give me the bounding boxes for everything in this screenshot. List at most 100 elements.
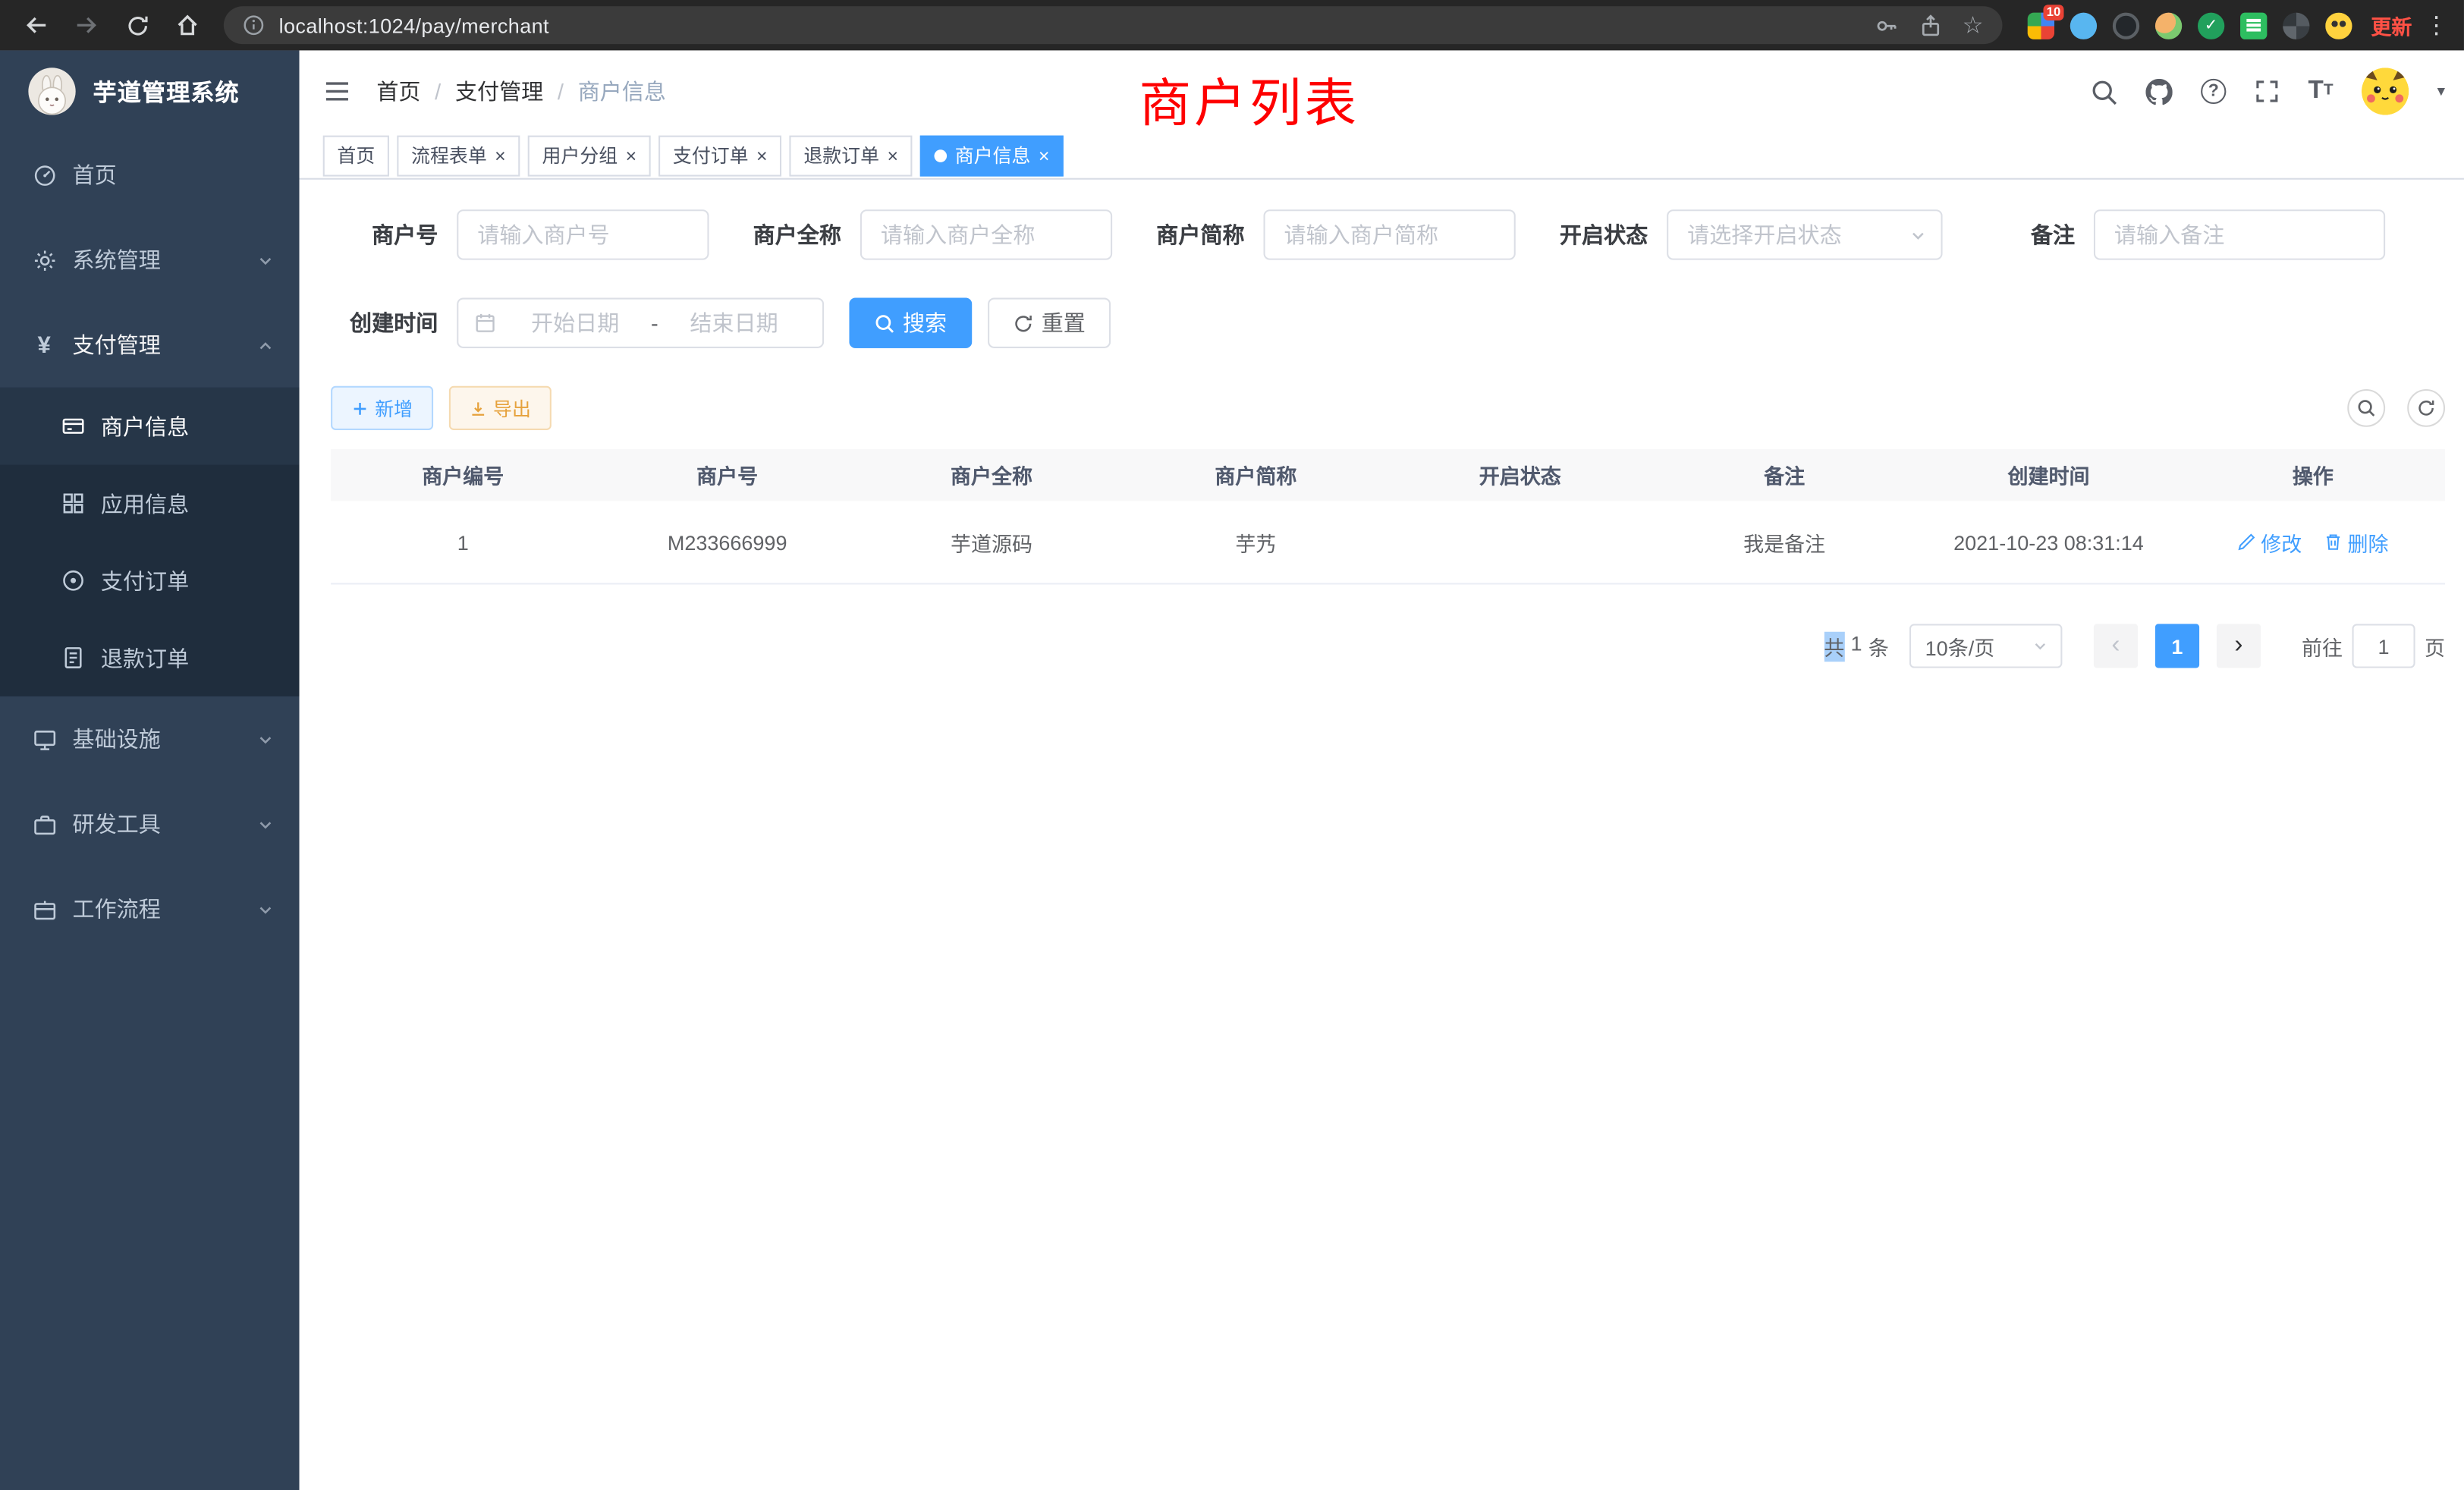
bookmark-star-icon[interactable]: ☆ bbox=[1963, 14, 1984, 37]
sidebar-item-refund-order[interactable]: 退款订单 bbox=[0, 619, 300, 696]
tab-refund-order[interactable]: 退款订单 × bbox=[790, 135, 913, 176]
cell-short-name: 芋艿 bbox=[1124, 527, 1388, 557]
search-button[interactable]: 搜索 bbox=[849, 297, 972, 347]
site-info-icon[interactable] bbox=[243, 14, 265, 36]
prev-page-button[interactable]: ‹ bbox=[2094, 624, 2138, 668]
tab-user-group[interactable]: 用户分组 × bbox=[528, 135, 651, 176]
close-icon[interactable]: × bbox=[1039, 146, 1050, 165]
next-page-button[interactable]: › bbox=[2217, 624, 2261, 668]
tab-label: 商户信息 bbox=[955, 142, 1031, 168]
breadcrumb-item[interactable]: 首页 bbox=[376, 76, 420, 108]
refresh-button[interactable] bbox=[2407, 389, 2445, 427]
github-icon[interactable] bbox=[2146, 78, 2173, 105]
page-number-1[interactable]: 1 bbox=[2155, 624, 2199, 668]
sidebar-item-pay-order[interactable]: 支付订单 bbox=[0, 542, 300, 619]
sidebar-item-payment[interactable]: ¥ 支付管理 bbox=[0, 303, 300, 388]
extension-icon[interactable]: ✓ bbox=[2198, 12, 2224, 39]
app-logo[interactable]: 芋道管理系统 bbox=[0, 50, 300, 132]
browser-menu-icon[interactable]: ⋮ bbox=[2425, 11, 2448, 39]
select-placeholder: 请选择开启状态 bbox=[1687, 219, 1842, 251]
page-size-select[interactable]: 10条/页 bbox=[1909, 624, 2062, 668]
toolbox-icon bbox=[32, 812, 57, 837]
share-icon[interactable] bbox=[1918, 14, 1941, 37]
extension-icon[interactable] bbox=[2283, 12, 2309, 39]
extension-icon[interactable]: 10 bbox=[2028, 12, 2054, 39]
toggle-search-button[interactable] bbox=[2347, 389, 2385, 427]
calendar-icon bbox=[474, 312, 496, 334]
fullscreen-icon[interactable] bbox=[2255, 79, 2280, 104]
address-bar[interactable]: localhost:1024/pay/merchant ☆ bbox=[224, 6, 2003, 44]
export-button[interactable]: 导出 bbox=[449, 386, 552, 430]
browser-forward-icon[interactable] bbox=[66, 6, 107, 44]
monitor-icon bbox=[32, 726, 57, 751]
sidebar: 芋道管理系统 首页 系统管理 bbox=[0, 50, 300, 1490]
sidebar-item-label: 工作流程 bbox=[73, 893, 257, 925]
merchant-no-input[interactable] bbox=[457, 209, 709, 259]
sidebar-item-label: 应用信息 bbox=[101, 488, 189, 520]
cell-merchant-no: M233666999 bbox=[595, 530, 859, 554]
tab-label: 流程表单 bbox=[411, 142, 487, 168]
tab-label: 支付订单 bbox=[673, 142, 749, 168]
url-text[interactable]: localhost:1024/pay/merchant bbox=[279, 14, 1875, 37]
tab-pay-order[interactable]: 支付订单 × bbox=[658, 135, 781, 176]
extension-icon[interactable] bbox=[2070, 12, 2097, 39]
close-icon[interactable]: × bbox=[756, 146, 768, 165]
help-icon[interactable]: ? bbox=[2201, 79, 2226, 104]
password-key-icon[interactable] bbox=[1874, 14, 1897, 37]
sidebar-item-infra[interactable]: 基础设施 bbox=[0, 696, 300, 781]
page-content: 商户号 商户全称 商户简称 开启状态 请选择开启状态 bbox=[300, 180, 2464, 1490]
tab-process-form[interactable]: 流程表单 × bbox=[397, 135, 520, 176]
browser-update-button[interactable]: 更新 bbox=[2371, 10, 2412, 39]
sidebar-item-devtools[interactable]: 研发工具 bbox=[0, 781, 300, 866]
export-button-label: 导出 bbox=[493, 395, 531, 421]
column-header: 备注 bbox=[1652, 460, 1916, 489]
cell-actions: 修改 删除 bbox=[2181, 527, 2445, 557]
full-name-input[interactable] bbox=[860, 209, 1112, 259]
tab-home[interactable]: 首页 bbox=[323, 135, 389, 176]
extension-icon[interactable] bbox=[2240, 12, 2267, 39]
search-icon[interactable] bbox=[2091, 78, 2117, 105]
extension-icon[interactable] bbox=[2155, 12, 2182, 39]
date-range-picker[interactable]: 开始日期 - 结束日期 bbox=[457, 297, 824, 347]
short-name-input[interactable] bbox=[1264, 209, 1516, 259]
browser-back-icon[interactable] bbox=[16, 6, 57, 44]
column-header: 商户号 bbox=[595, 460, 859, 489]
font-size-icon[interactable]: TT bbox=[2308, 79, 2334, 104]
tab-merchant-info[interactable]: 商户信息 × bbox=[920, 135, 1064, 176]
remark-label: 备注 bbox=[1968, 219, 2075, 251]
sidebar-item-merchant-info[interactable]: 商户信息 bbox=[0, 388, 300, 465]
sidebar-item-label: 商户信息 bbox=[101, 410, 189, 442]
chevron-down-icon bbox=[257, 731, 275, 748]
cell-create-time: 2021-10-23 08:31:14 bbox=[1916, 530, 2180, 554]
page-unit-label: 页 bbox=[2425, 631, 2445, 661]
sidebar-item-workflow[interactable]: 工作流程 bbox=[0, 866, 300, 951]
extension-icon[interactable] bbox=[2325, 12, 2352, 39]
status-select[interactable]: 请选择开启状态 bbox=[1667, 209, 1942, 259]
reset-button[interactable]: 重置 bbox=[988, 297, 1111, 347]
breadcrumb-item[interactable]: 支付管理 bbox=[455, 76, 543, 108]
close-icon[interactable]: × bbox=[495, 146, 506, 165]
edit-link[interactable]: 修改 bbox=[2237, 527, 2302, 557]
goto-label: 前往 bbox=[2302, 631, 2343, 661]
close-icon[interactable]: × bbox=[887, 146, 898, 165]
delete-link-label: 删除 bbox=[2348, 527, 2389, 557]
short-name-label: 商户简称 bbox=[1137, 219, 1244, 251]
remark-input[interactable] bbox=[2094, 209, 2385, 259]
close-icon[interactable]: × bbox=[626, 146, 637, 165]
column-header: 商户编号 bbox=[331, 460, 595, 489]
cell-remark: 我是备注 bbox=[1652, 527, 1916, 557]
menu-fold-icon[interactable] bbox=[323, 77, 351, 105]
pagination: 共 1 条 10条/页 ‹ 1 › 前往 bbox=[331, 624, 2445, 668]
delete-link[interactable]: 删除 bbox=[2324, 527, 2388, 557]
extension-icon[interactable] bbox=[2113, 12, 2139, 39]
goto-page-input[interactable] bbox=[2352, 624, 2415, 668]
sidebar-item-app-info[interactable]: 应用信息 bbox=[0, 465, 300, 542]
caret-down-icon[interactable]: ▾ bbox=[2437, 83, 2445, 100]
user-avatar[interactable] bbox=[2362, 68, 2409, 115]
browser-home-icon[interactable] bbox=[167, 6, 208, 44]
browser-reload-icon[interactable] bbox=[117, 6, 158, 44]
gear-icon bbox=[32, 247, 57, 272]
sidebar-item-home[interactable]: 首页 bbox=[0, 132, 300, 217]
sidebar-item-system[interactable]: 系统管理 bbox=[0, 218, 300, 303]
add-button[interactable]: 新增 bbox=[331, 386, 433, 430]
